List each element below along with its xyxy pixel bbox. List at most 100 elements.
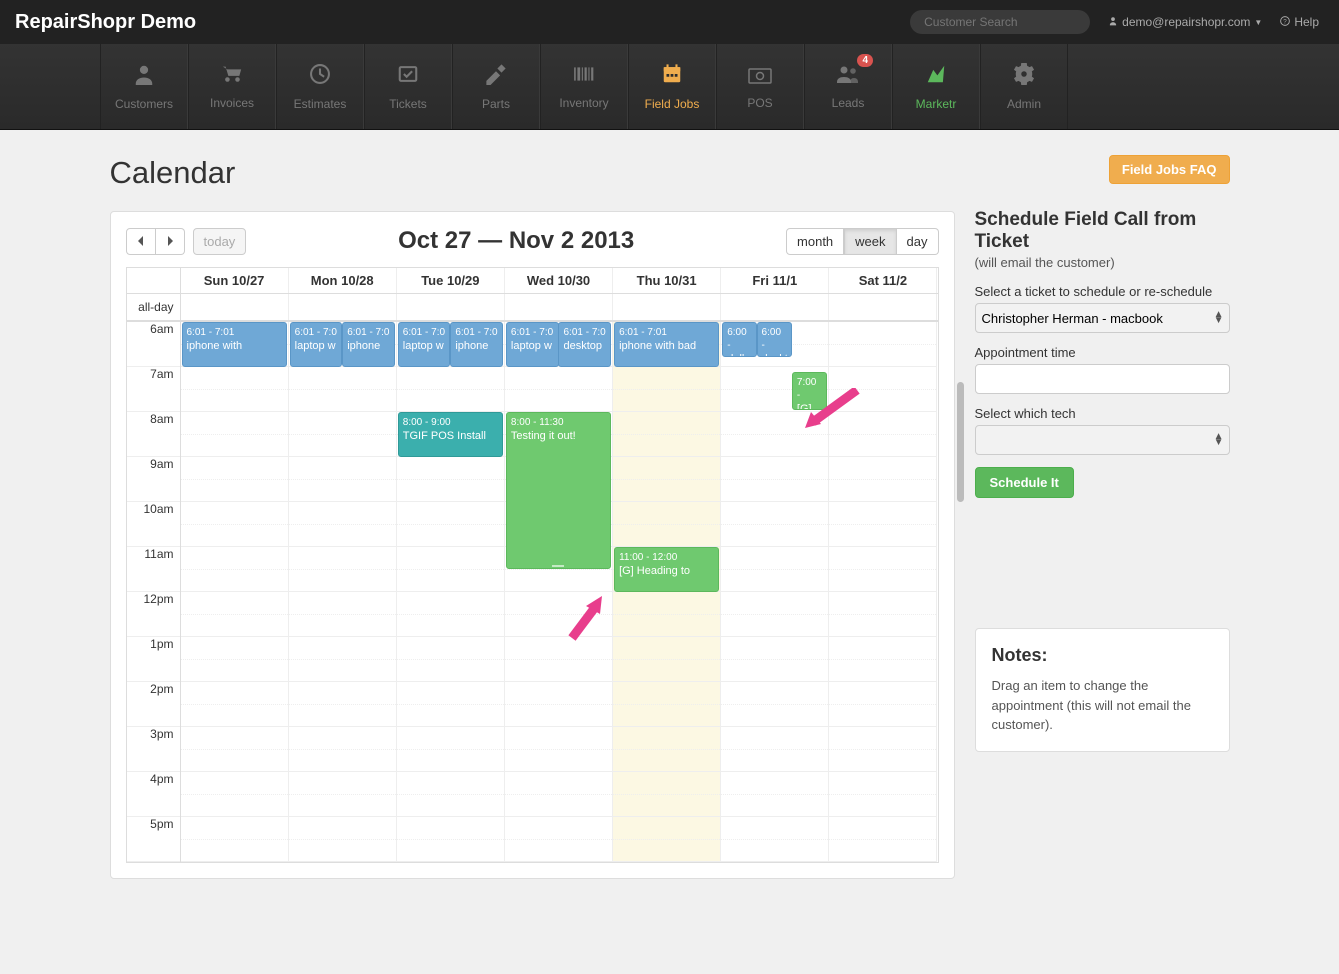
nav-inventory[interactable]: Inventory [540, 44, 628, 129]
ticket-select[interactable]: Christopher Herman - macbook [975, 303, 1230, 333]
help-link[interactable]: ? Help [1280, 15, 1319, 29]
day-col-fri[interactable]: 6:00 -dell 6:00 -deskt 7:00 -[G] [721, 322, 829, 862]
field-jobs-faq-button[interactable]: Field Jobs FAQ [1109, 155, 1230, 184]
nav-label: Leads [832, 96, 865, 110]
nav-tickets[interactable]: Tickets [364, 44, 452, 129]
hour-label: 9am [127, 457, 180, 502]
calendar-event[interactable]: 6:01 - 7:01iphone with bad [614, 322, 719, 367]
resize-handle-icon[interactable] [552, 565, 564, 567]
notes-body: Drag an item to change the appointment (… [992, 676, 1213, 735]
nav-label: Inventory [559, 96, 608, 110]
cal-prev-button[interactable] [126, 228, 156, 255]
day-header[interactable]: Wed 10/30 [505, 268, 613, 293]
calendar-event[interactable]: 6:01 - 7:0desktop [558, 322, 611, 367]
customers-icon [133, 63, 155, 91]
hour-label: 3pm [127, 727, 180, 772]
calendar-event[interactable]: 6:01 - 7:0laptop w [290, 322, 343, 367]
nav-label: Invoices [210, 96, 254, 110]
cal-month-button[interactable]: month [786, 228, 844, 255]
nav-label: Marketr [916, 97, 957, 111]
invoices-icon [221, 64, 243, 90]
hour-label: 6am [127, 322, 180, 367]
nav-field-jobs[interactable]: Field Jobs [628, 44, 716, 129]
nav-invoices[interactable]: Invoices [188, 44, 276, 129]
calendar-grid: Sun 10/27 Mon 10/28 Tue 10/29 Wed 10/30 … [126, 267, 939, 863]
day-col-sat[interactable] [829, 322, 937, 862]
day-header[interactable]: Mon 10/28 [289, 268, 397, 293]
pos-icon [748, 64, 772, 90]
day-header[interactable]: Fri 11/1 [721, 268, 829, 293]
ticket-select-label: Select a ticket to schedule or re-schedu… [975, 284, 1230, 299]
topbar: RepairShopr Demo demo@repairshopr.com ▼ … [0, 0, 1339, 44]
leads-icon [836, 64, 860, 90]
page-title: Calendar [110, 155, 236, 191]
appointment-time-input[interactable] [975, 364, 1230, 394]
cal-week-button[interactable]: week [844, 228, 896, 255]
leads-badge: 4 [857, 54, 873, 67]
day-col-wed[interactable]: 6:01 - 7:0laptop w 6:01 - 7:0desktop 8:0… [505, 322, 613, 862]
day-col-sun[interactable]: 6:01 - 7:01iphone with [181, 322, 289, 862]
calendar-event[interactable]: 6:00 -dell [722, 322, 756, 357]
allday-cell[interactable] [289, 294, 397, 320]
cal-day-button[interactable]: day [897, 228, 939, 255]
calendar-event[interactable]: 6:01 - 7:0laptop w [398, 322, 451, 367]
schedule-it-button[interactable]: Schedule It [975, 467, 1074, 498]
day-col-mon[interactable]: 6:01 - 7:0laptop w 6:01 - 7:0iphone [289, 322, 397, 862]
nav-admin[interactable]: Admin [980, 44, 1068, 129]
allday-cell[interactable] [397, 294, 505, 320]
hour-label: 10am [127, 502, 180, 547]
calendar-event[interactable]: 6:00 -deskt [757, 322, 792, 357]
main-nav: Customers Invoices Estimates Tickets Par… [0, 44, 1339, 130]
allday-cell[interactable] [721, 294, 829, 320]
caret-down-icon: ▼ [1254, 18, 1262, 27]
parts-icon [485, 63, 507, 91]
day-header[interactable]: Sat 11/2 [829, 268, 937, 293]
notes-panel: Notes: Drag an item to change the appoin… [975, 628, 1230, 752]
time-gutter: 6am 7am 8am 9am 10am 11am 12pm 1pm 2pm 3… [127, 322, 181, 862]
scrollbar-thumb[interactable] [957, 382, 964, 502]
calendar-event[interactable]: 8:00 - 9:00TGIF POS Install [398, 412, 503, 457]
nav-label: Customers [115, 97, 173, 111]
allday-cell[interactable] [613, 294, 721, 320]
hour-label: 7am [127, 367, 180, 412]
cal-next-button[interactable] [156, 228, 185, 255]
nav-estimates[interactable]: Estimates [276, 44, 364, 129]
cal-view-buttons: month week day [786, 228, 938, 255]
help-label: Help [1294, 15, 1319, 29]
cal-nav-buttons [126, 228, 185, 255]
nav-label: Parts [482, 97, 510, 111]
calendar-event[interactable]: 8:00 - 11:30Testing it out! [506, 412, 611, 569]
day-header[interactable]: Tue 10/29 [397, 268, 505, 293]
day-col-tue[interactable]: 6:01 - 7:0laptop w 6:01 - 7:0iphone 8:00… [397, 322, 505, 862]
cal-today-button[interactable]: today [193, 228, 247, 255]
allday-label: all-day [127, 294, 181, 320]
day-header[interactable]: Thu 10/31 [613, 268, 721, 293]
tickets-icon [397, 63, 419, 91]
day-header[interactable]: Sun 10/27 [181, 268, 289, 293]
allday-cell[interactable] [505, 294, 613, 320]
nav-leads[interactable]: 4 Leads [804, 44, 892, 129]
notes-heading: Notes: [992, 645, 1213, 666]
calendar-panel: today Oct 27 — Nov 2 2013 month week day… [110, 211, 955, 879]
nav-marketr[interactable]: Marketr [892, 44, 980, 129]
customer-search-input[interactable] [910, 10, 1090, 34]
calendar-event[interactable]: 6:01 - 7:01iphone with [182, 322, 287, 367]
calendar-event[interactable]: 6:01 - 7:0iphone [342, 322, 395, 367]
user-menu[interactable]: demo@repairshopr.com ▼ [1108, 15, 1262, 29]
calendar-event[interactable]: 6:01 - 7:0laptop w [506, 322, 559, 367]
day-col-thu[interactable]: 6:01 - 7:01iphone with bad 11:00 - 12:00… [613, 322, 721, 862]
marketr-icon [925, 63, 947, 91]
estimates-icon [309, 63, 331, 91]
hour-label: 5pm [127, 817, 180, 862]
calendar-event[interactable]: 6:01 - 7:0iphone [450, 322, 503, 367]
calendar-event[interactable]: 11:00 - 12:00[G] Heading to [614, 547, 719, 592]
calendar-event[interactable]: 7:00 -[G] [792, 372, 827, 410]
svg-text:?: ? [1284, 19, 1288, 26]
tech-select[interactable] [975, 425, 1230, 455]
appointment-time-label: Appointment time [975, 345, 1230, 360]
nav-pos[interactable]: POS [716, 44, 804, 129]
allday-cell[interactable] [181, 294, 289, 320]
nav-customers[interactable]: Customers [100, 44, 188, 129]
allday-cell[interactable] [829, 294, 937, 320]
nav-parts[interactable]: Parts [452, 44, 540, 129]
